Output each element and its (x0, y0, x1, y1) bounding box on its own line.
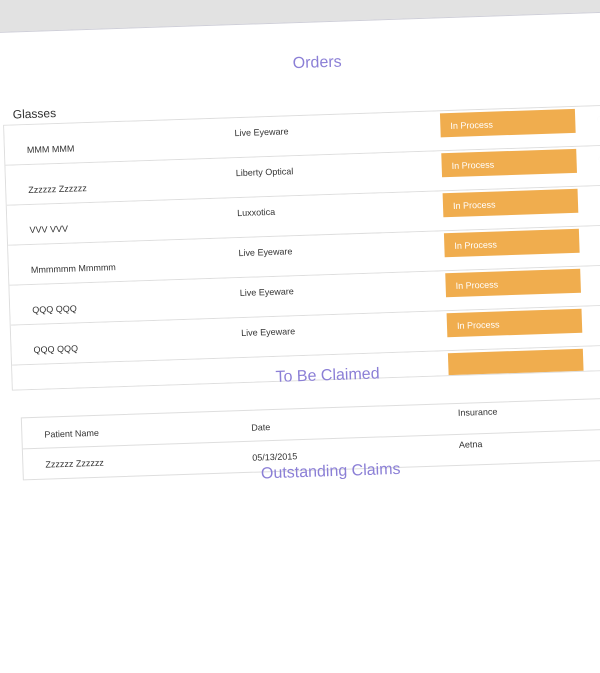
order-status-button[interactable]: In Process (443, 189, 579, 217)
order-status-button[interactable]: In Process (447, 309, 583, 337)
claim-date: 05/13/2015 (252, 451, 297, 462)
order-patient-name: Zzzzzz Zzzzzz (28, 183, 87, 195)
order-vendor: Liberty Optical (236, 166, 294, 178)
table-header-row: Patient Name Date Insurance (22, 397, 600, 449)
dashboard-stage: Orders Glasses MMM MMM Live Eyeware In P… (0, 11, 600, 632)
column-header-insurance: Insurance (458, 407, 498, 418)
order-status-button[interactable]: In Process (445, 269, 581, 297)
order-vendor: Live Eyeware (241, 326, 295, 338)
order-status-button[interactable]: In Process (440, 109, 576, 137)
order-patient-name: QQQ QQQ (33, 343, 78, 354)
order-patient-name: QQQ QQQ (32, 303, 77, 314)
order-patient-name: Mmmmmm Mmmmm (31, 262, 116, 275)
order-vendor: Live Eyeware (240, 286, 294, 298)
order-vendor: Live Eyeware (238, 246, 292, 258)
orders-title: Orders (0, 44, 600, 83)
column-header-patient-name: Patient Name (44, 428, 99, 440)
glasses-group-label: Glasses (13, 106, 57, 121)
order-status-button[interactable]: In Process (444, 229, 580, 257)
claim-insurance: Aetna (459, 439, 483, 450)
column-header-date: Date (251, 422, 270, 433)
order-vendor: Luxxotica (237, 207, 275, 218)
more-options-icon[interactable]: ◔ (596, 110, 600, 126)
order-patient-name: VVV VVV (29, 224, 68, 235)
order-status-button[interactable]: In Process (441, 149, 577, 177)
order-patient-name: MMM MMM (27, 143, 75, 155)
claim-patient-name: Zzzzzz Zzzzzz (45, 458, 104, 470)
order-vendor: Live Eyeware (234, 126, 288, 138)
orders-list: MMM MMM Live Eyeware In Process ◔ Zzzzzz… (3, 103, 600, 390)
dashboard-panel: Orders Glasses MMM MMM Live Eyeware In P… (0, 11, 600, 673)
